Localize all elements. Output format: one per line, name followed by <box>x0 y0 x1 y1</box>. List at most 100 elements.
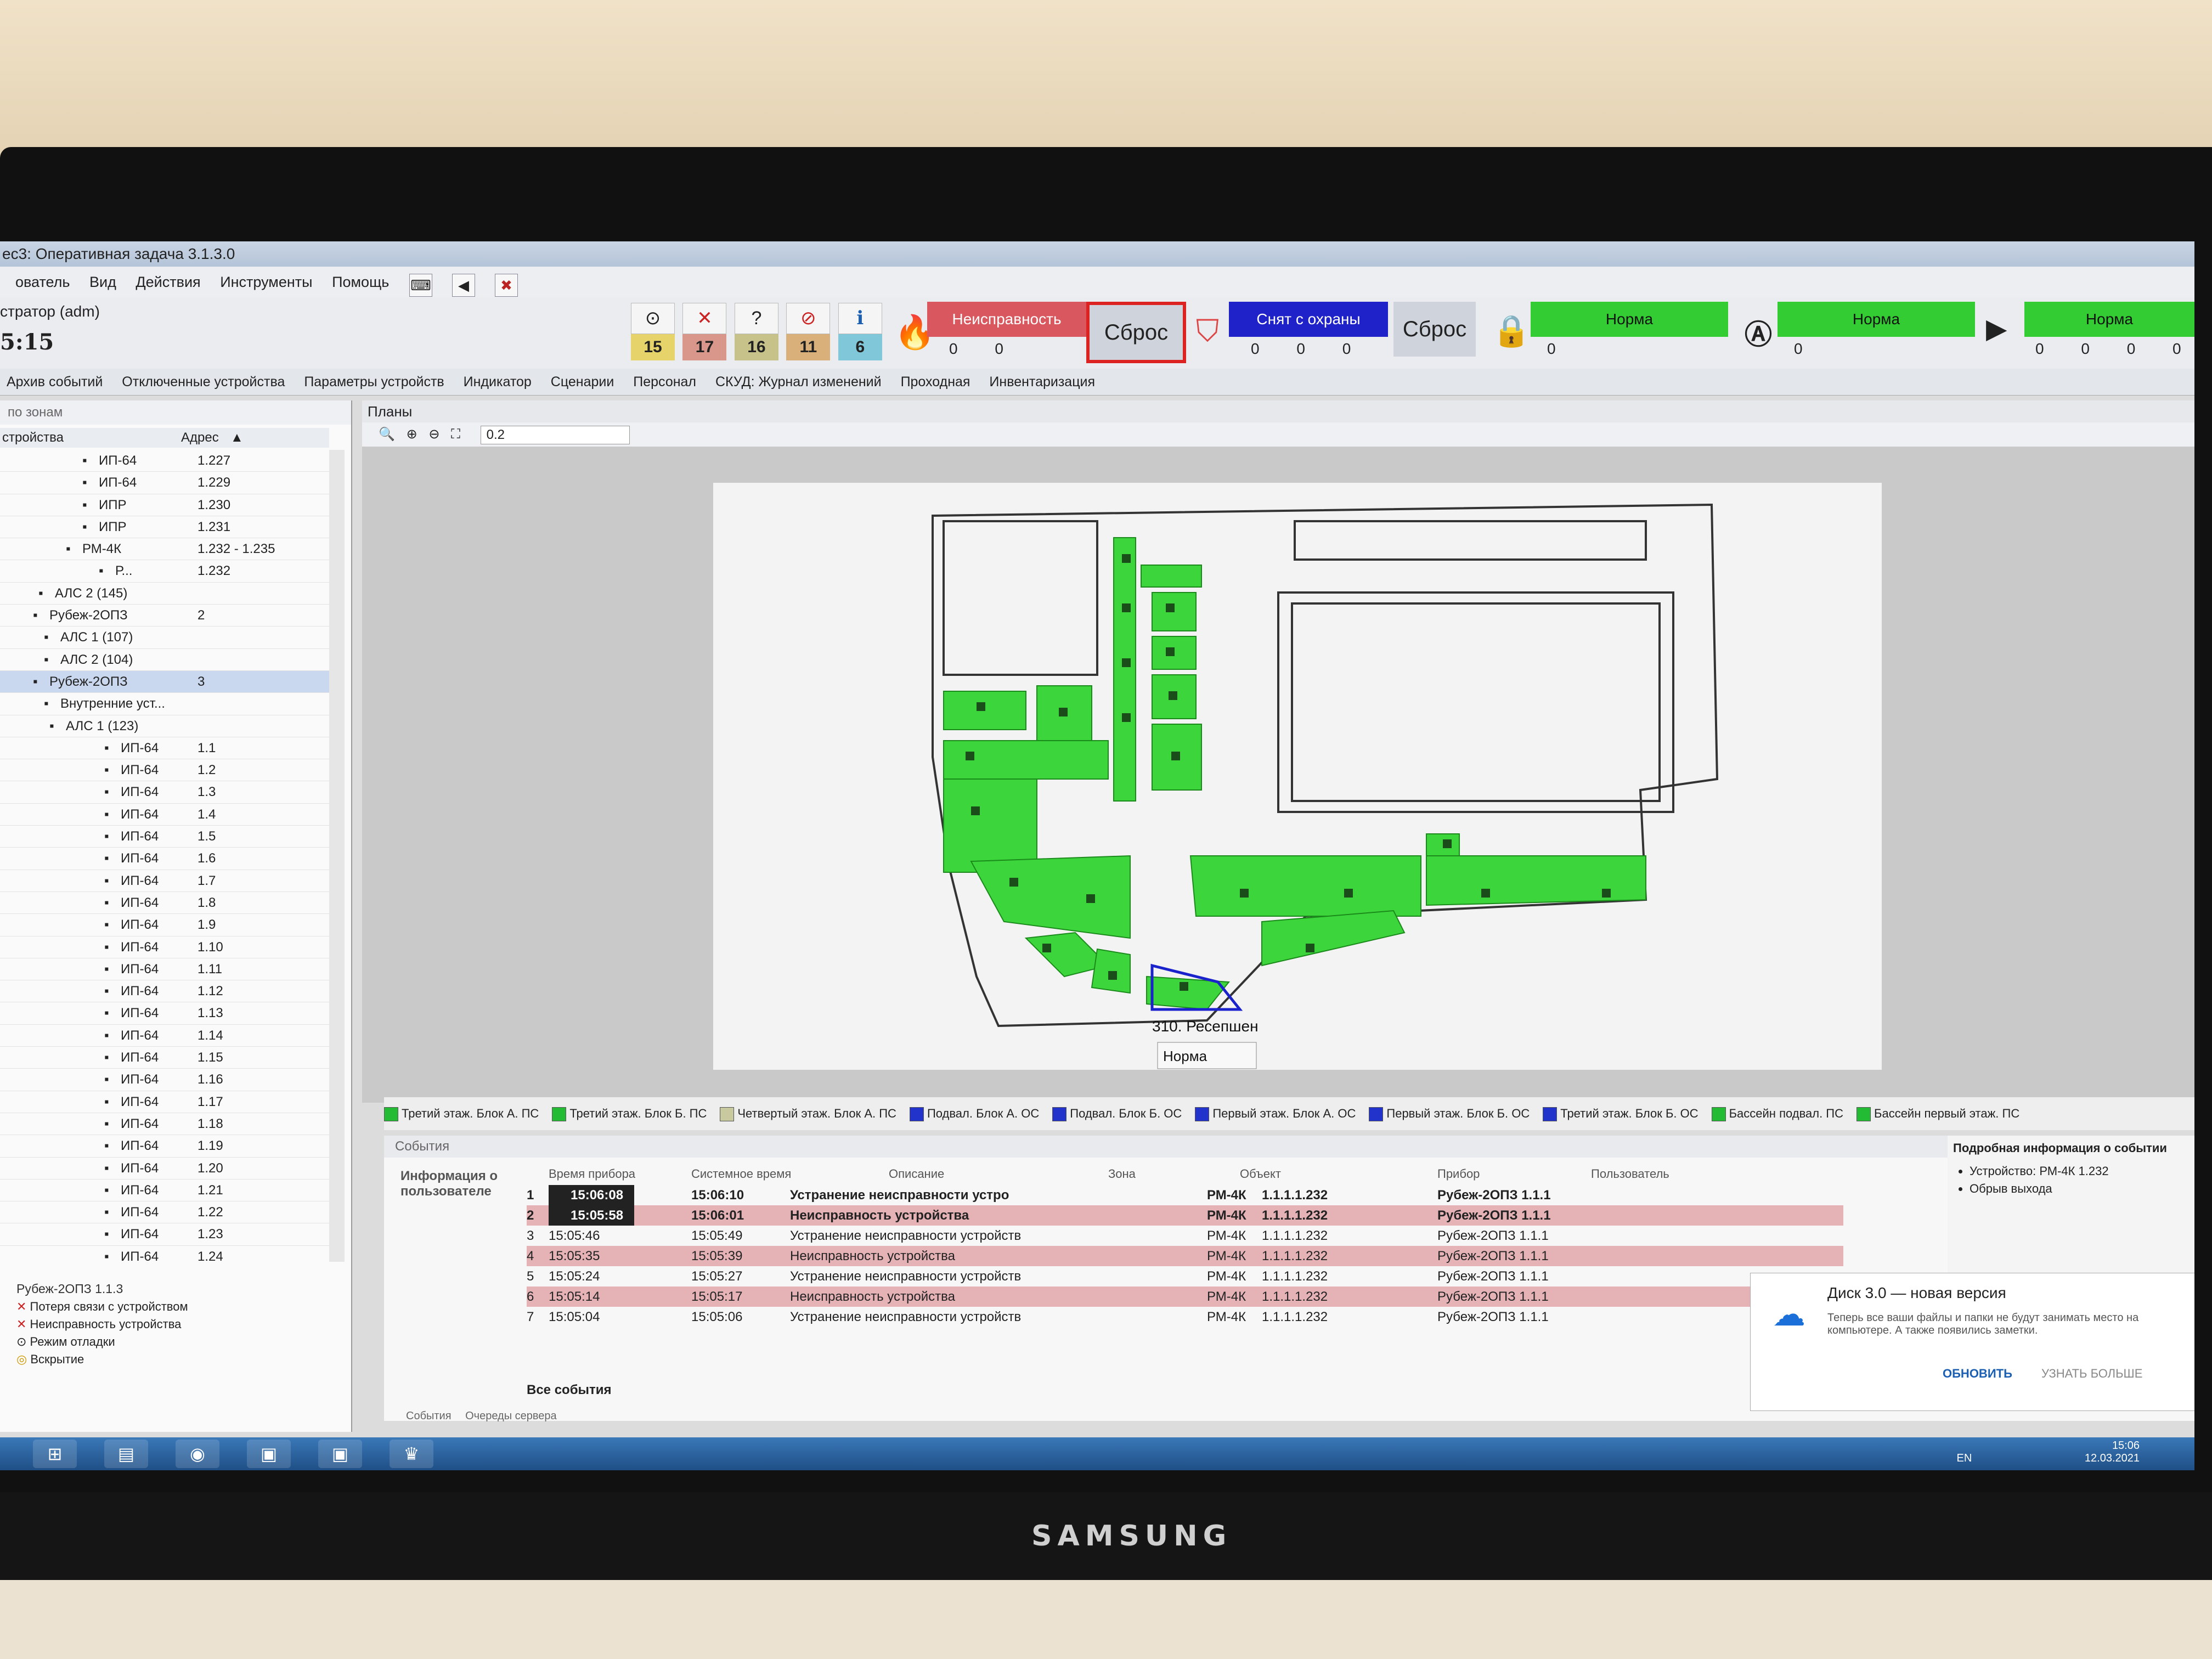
col-user[interactable]: Пользователь <box>1591 1163 1669 1185</box>
tree-row[interactable]: ▪ АЛС 1 (107) <box>0 627 329 649</box>
menu-view[interactable]: Вид <box>89 267 116 297</box>
layer-toggle[interactable]: Первый этаж. Блок Б. ОС <box>1369 1097 1530 1130</box>
tab-scenarios[interactable]: Сценарии <box>551 369 614 395</box>
layer-checkbox[interactable] <box>1711 1107 1726 1122</box>
tree-row[interactable]: ▪ Рубеж-2ОПЗ 3 <box>0 670 329 693</box>
menu-user[interactable]: ователь <box>15 267 70 297</box>
tab-event-archive[interactable]: Архив событий <box>7 369 103 395</box>
app-opertask-icon[interactable]: ▣ <box>318 1440 362 1468</box>
tree-row[interactable]: ▪ Рубеж-2ОПЗ 2 <box>0 605 329 627</box>
tab-disabled-devices[interactable]: Отключенные устройства <box>122 369 285 395</box>
zoom-in-icon[interactable]: ⊕ <box>407 427 417 442</box>
automation-badge[interactable]: Норма <box>1778 302 1975 337</box>
layer-checkbox[interactable] <box>1052 1107 1067 1122</box>
col-object[interactable]: Объект <box>1240 1163 1281 1185</box>
event-row[interactable]: 3 15:05:46 15:05:49 Устранение неисправност… <box>527 1226 1843 1246</box>
layer-toggle[interactable]: Третий этаж. Блок Б. ОС <box>1543 1097 1699 1130</box>
counter-disabled[interactable]: ⊘ 11 <box>786 303 831 363</box>
layer-toggle[interactable]: Подвал. Блок Б. ОС <box>1052 1097 1182 1130</box>
tree-row[interactable]: ▪ ИП-64 1.22 <box>0 1201 329 1224</box>
fire-badge[interactable]: Неисправность <box>927 302 1086 337</box>
tree-row[interactable]: ▪ ИП-64 1.18 <box>0 1113 329 1136</box>
layer-checkbox[interactable] <box>720 1107 735 1122</box>
tree-row[interactable]: ▪ ИП-64 1.1 <box>0 737 329 760</box>
tree-row[interactable]: ▪ ИП-64 1.11 <box>0 958 329 981</box>
app-firesec-icon[interactable]: ▣ <box>247 1440 291 1468</box>
tab-device-params[interactable]: Параметры устройств <box>304 369 444 395</box>
layer-toggle[interactable]: Подвал. Блок А. ОС <box>909 1097 1039 1130</box>
layer-toggle[interactable]: Бассейн первый этаж. ПС <box>1857 1097 2019 1130</box>
layer-toggle[interactable]: Первый этаж. Блок А. ОС <box>1195 1097 1356 1130</box>
tree-row[interactable]: ▪ Р... 1.232 <box>0 560 329 583</box>
tree-row[interactable]: ▪ ИП-64 1.21 <box>0 1180 329 1202</box>
tree-row[interactable]: ▪ РМ-4К 1.232 - 1.235 <box>0 538 329 561</box>
tab-skud-journal[interactable]: СКУД: Журнал изменений <box>715 369 882 395</box>
col-zone[interactable]: Зона <box>1108 1163 1136 1185</box>
sound-icon[interactable]: ◀ <box>452 274 475 297</box>
tree-row[interactable]: ▪ ИП-64 1.7 <box>0 870 329 892</box>
tree-row[interactable]: ▪ ИП-64 1.6 <box>0 848 329 870</box>
tree-scrollbar[interactable] <box>329 450 345 1262</box>
tab-events[interactable]: События <box>406 1410 452 1422</box>
close-icon[interactable]: ✖ <box>495 274 518 297</box>
zoom-out-icon[interactable]: ⊖ <box>428 427 439 442</box>
menu-actions[interactable]: Действия <box>136 267 200 297</box>
tree-row[interactable]: ▪ ИП-64 1.229 <box>0 472 329 494</box>
tree-filter[interactable]: по зонам <box>0 400 351 425</box>
toast-update-button[interactable]: ОБНОВИТЬ <box>1943 1367 2012 1381</box>
tree-row[interactable]: ▪ ИПР 1.231 <box>0 516 329 539</box>
tab-server-queues[interactable]: Очереды сервера <box>465 1410 557 1422</box>
event-row[interactable]: 7 15:05:04 15:05:06 Устранение неисправност… <box>527 1307 1843 1327</box>
fire-reset-button[interactable]: Сброс <box>1086 302 1186 363</box>
event-row[interactable]: 5 15:05:24 15:05:27 Устранение неисправност… <box>527 1266 1843 1286</box>
tree-row[interactable]: ▪ АЛС 2 (104) <box>0 649 329 671</box>
layer-checkbox[interactable] <box>1543 1107 1558 1122</box>
col-device[interactable]: стройства <box>2 428 64 448</box>
keyboard-icon[interactable]: ⌨ <box>409 274 432 297</box>
tree-row[interactable]: ▪ ИП-64 1.10 <box>0 936 329 958</box>
tree-row[interactable]: ▪ ИП-64 1.16 <box>0 1069 329 1091</box>
security-badge[interactable]: Снят с охраны <box>1229 302 1388 337</box>
floor-plan[interactable]: 310. Ресепшен Норма <box>713 483 1882 1070</box>
tree-row[interactable]: ▪ ИП-64 1.24 <box>0 1246 329 1262</box>
tab-indicator[interactable]: Индикатор <box>464 369 532 395</box>
counter-info[interactable]: ℹ6 <box>838 303 882 363</box>
layer-checkbox[interactable] <box>909 1107 924 1122</box>
tree-row[interactable]: ▪ ИП-64 1.20 <box>0 1158 329 1180</box>
layer-checkbox[interactable] <box>1195 1107 1210 1122</box>
event-row[interactable]: 4 15:05:35 15:05:39 Неисправность устройств… <box>527 1246 1843 1266</box>
col-device-time[interactable]: Время прибора <box>549 1163 635 1185</box>
col-description[interactable]: Описание <box>889 1163 944 1185</box>
tree-row[interactable]: ▪ ИП-64 1.23 <box>0 1223 329 1246</box>
fit-icon[interactable]: ⛶ <box>451 427 460 442</box>
tree-row[interactable]: ▪ ИП-64 1.4 <box>0 804 329 826</box>
layer-toggle[interactable]: Третий этаж. Блок Б. ПС <box>552 1097 707 1130</box>
tab-personnel[interactable]: Персонал <box>633 369 696 395</box>
all-events-button[interactable]: Все события <box>527 1383 612 1398</box>
layer-toggle[interactable]: Третий этаж. Блок А. ПС <box>384 1097 539 1130</box>
security-reset-button[interactable]: Сброс <box>1393 302 1476 357</box>
tree-row[interactable]: ▪ ИП-64 1.5 <box>0 826 329 848</box>
tree-row[interactable]: ▪ ИП-64 1.9 <box>0 914 329 936</box>
col-address[interactable]: Адрес <box>181 428 219 448</box>
tree-row[interactable]: ▪ ИП-64 1.8 <box>0 892 329 915</box>
app-crown-icon[interactable]: ♛ <box>390 1440 433 1468</box>
layer-checkbox[interactable] <box>1857 1107 1871 1122</box>
layer-checkbox[interactable] <box>552 1107 567 1122</box>
counter-fault[interactable]: ✕ 17 <box>682 303 727 363</box>
lang-indicator[interactable]: EN <box>1957 1452 1972 1464</box>
tree-row[interactable]: ▪ АЛС 2 (145) <box>0 583 329 605</box>
tree-row[interactable]: ▪ ИП-64 1.19 <box>0 1135 329 1158</box>
col-device[interactable]: Прибор <box>1437 1163 1480 1185</box>
counter-alarm[interactable]: ⊙ 15 <box>631 303 675 363</box>
tab-checkpoint[interactable]: Проходная <box>901 369 970 395</box>
chrome-icon[interactable]: ◉ <box>176 1440 219 1468</box>
start-button[interactable]: ⊞ <box>33 1440 77 1468</box>
event-row[interactable]: 6 15:05:14 15:05:17 Неисправность устройств… <box>527 1286 1843 1307</box>
col-system-time[interactable]: Системное время <box>691 1163 791 1185</box>
zoom-select[interactable]: 0.2 <box>480 425 630 444</box>
tree-row[interactable]: ▪ ИП-64 1.14 <box>0 1025 329 1047</box>
counter-unknown[interactable]: ? 16 <box>734 303 778 363</box>
tree-row[interactable]: ▪ ИП-64 1.12 <box>0 980 329 1003</box>
tree-row[interactable]: ▪ ИП-64 1.13 <box>0 1002 329 1025</box>
